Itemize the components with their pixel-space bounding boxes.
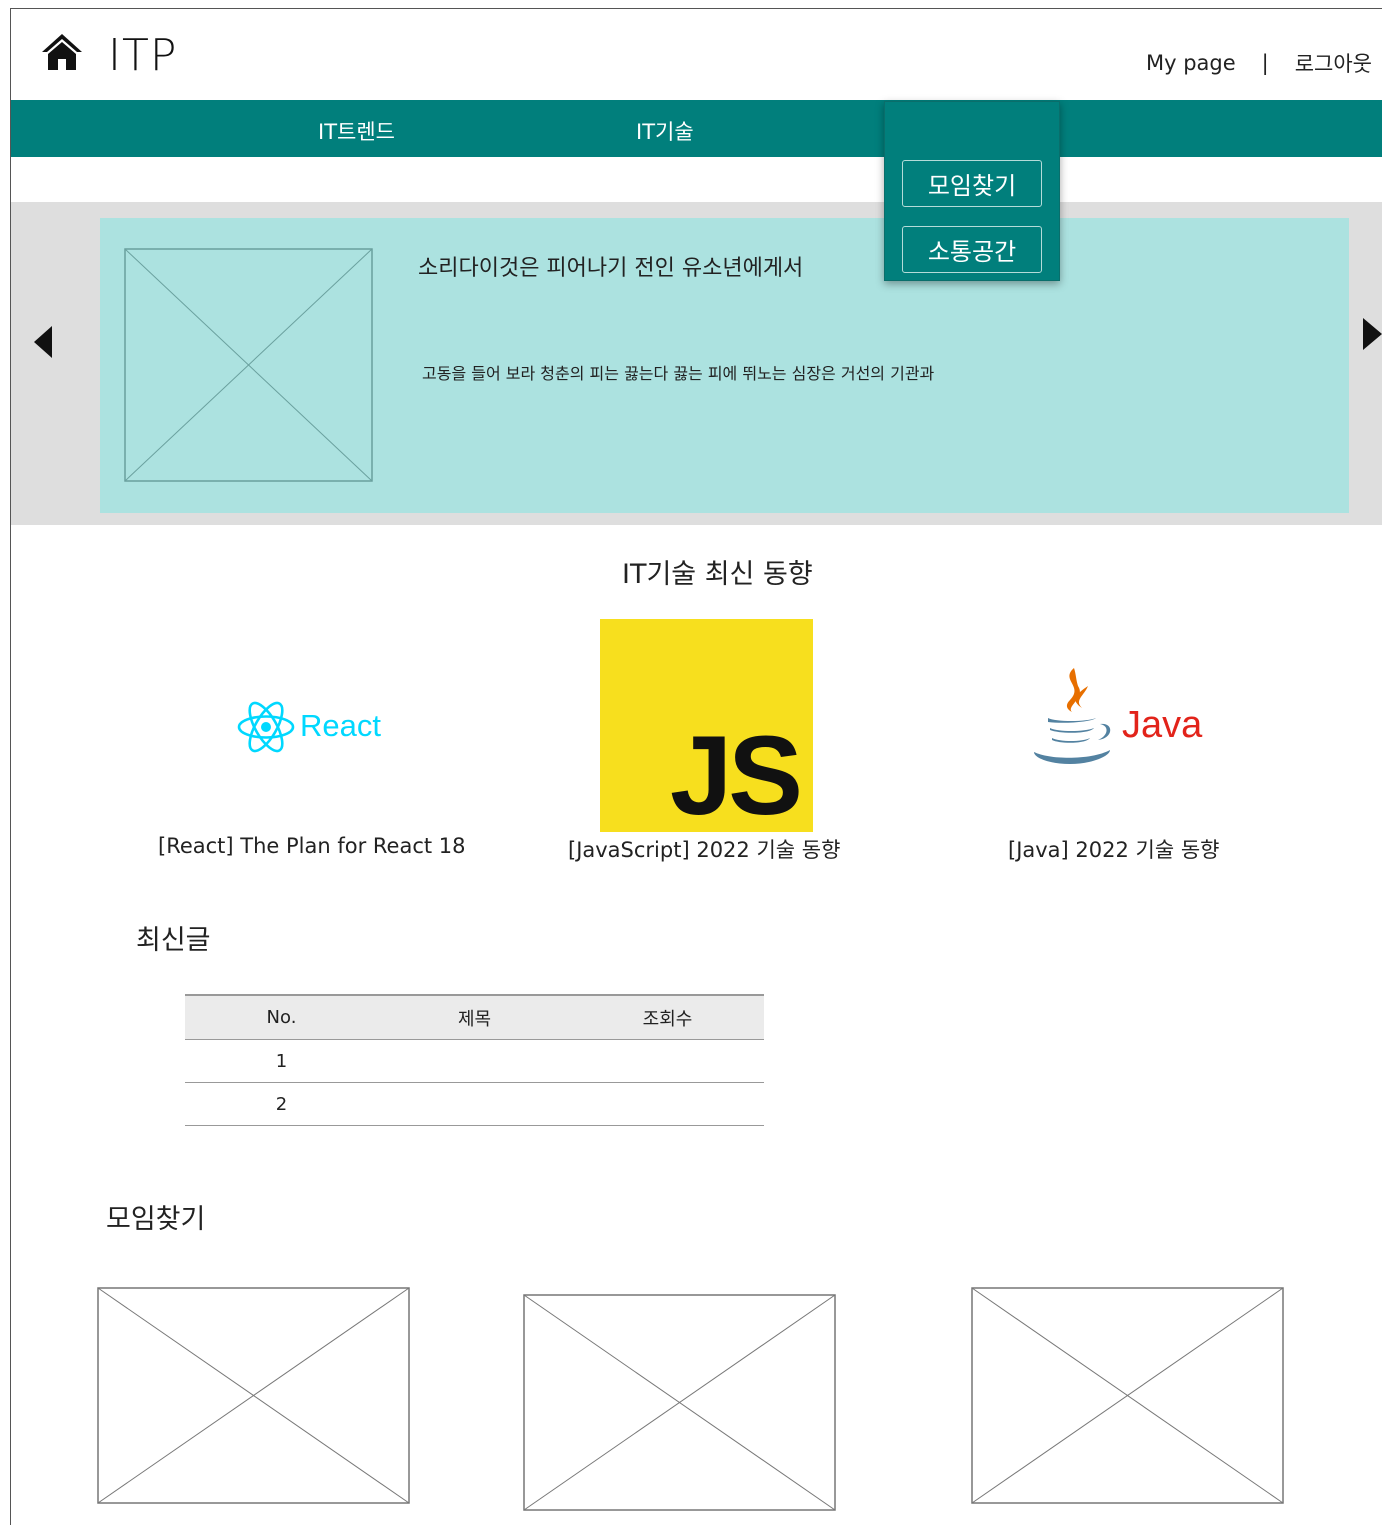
group-card-placeholder[interactable] [523,1294,836,1511]
link-separator: | [1261,51,1269,75]
cell-title[interactable] [378,1082,571,1126]
trend-caption-java[interactable]: [Java] 2022 기술 동향 [1008,834,1220,864]
logout-link[interactable]: 로그아웃 [1295,48,1372,78]
java-logo-text: Java [1122,704,1203,746]
nav-dropdown-menu: 모임찾기 소통공간 [884,101,1060,281]
cell-title[interactable] [378,1039,571,1083]
groups-section-title: 모임찾기 [106,1204,206,1235]
banner-description: 고동을 들어 보라 청춘의 피는 끓는다 끓는 피에 뛰노는 심장은 거선의 기… [422,364,935,383]
column-header-no: No. [185,994,378,1040]
site-logo[interactable]: ITP [108,30,177,81]
dropdown-item-community[interactable]: 소통공간 [902,226,1042,273]
cell-views [571,1039,764,1083]
react-logo-text: React [300,708,381,743]
banner-image-placeholder [124,248,373,482]
table-row[interactable]: 1 [185,1039,764,1083]
cell-no: 1 [185,1039,378,1083]
javascript-logo-text: JS [670,713,803,838]
trend-caption-javascript[interactable]: [JavaScript] 2022 기술 동향 [568,834,840,864]
group-card-placeholder[interactable] [97,1287,410,1504]
java-logo[interactable]: Java [1030,664,1210,776]
mypage-link[interactable]: My page [1146,51,1236,75]
cell-views [571,1082,764,1126]
react-logo[interactable]: React [236,698,391,756]
triangle-left-icon[interactable] [34,326,54,362]
table-row[interactable]: 2 [185,1082,764,1126]
banner-title: 소리다이것은 피어나기 전인 유소년에게서 [418,256,804,281]
home-icon[interactable] [40,32,84,72]
group-card-placeholder[interactable] [971,1287,1284,1504]
user-links: My page | 로그아웃 [1146,48,1372,78]
nav-item-it-tech[interactable]: IT기술 [636,116,694,146]
nav-item-it-trend[interactable]: IT트렌드 [318,116,395,146]
latest-section-title: 최신글 [136,925,211,956]
dropdown-item-find-group[interactable]: 모임찾기 [902,160,1042,207]
triangle-right-icon[interactable] [1363,318,1382,354]
trend-caption-react[interactable]: [React] The Plan for React 18 [158,834,466,858]
trends-section-title: IT기술 최신 동향 [622,559,813,590]
latest-posts-table: No. 제목 조회수 1 2 [185,994,764,1126]
column-header-views: 조회수 [571,994,764,1040]
javascript-logo[interactable]: JS [600,619,813,838]
main-nav: IT트렌드 IT기술 [11,100,1382,157]
cell-no: 2 [185,1082,378,1126]
table-header-row: No. 제목 조회수 [185,994,764,1040]
column-header-title: 제목 [378,994,571,1040]
